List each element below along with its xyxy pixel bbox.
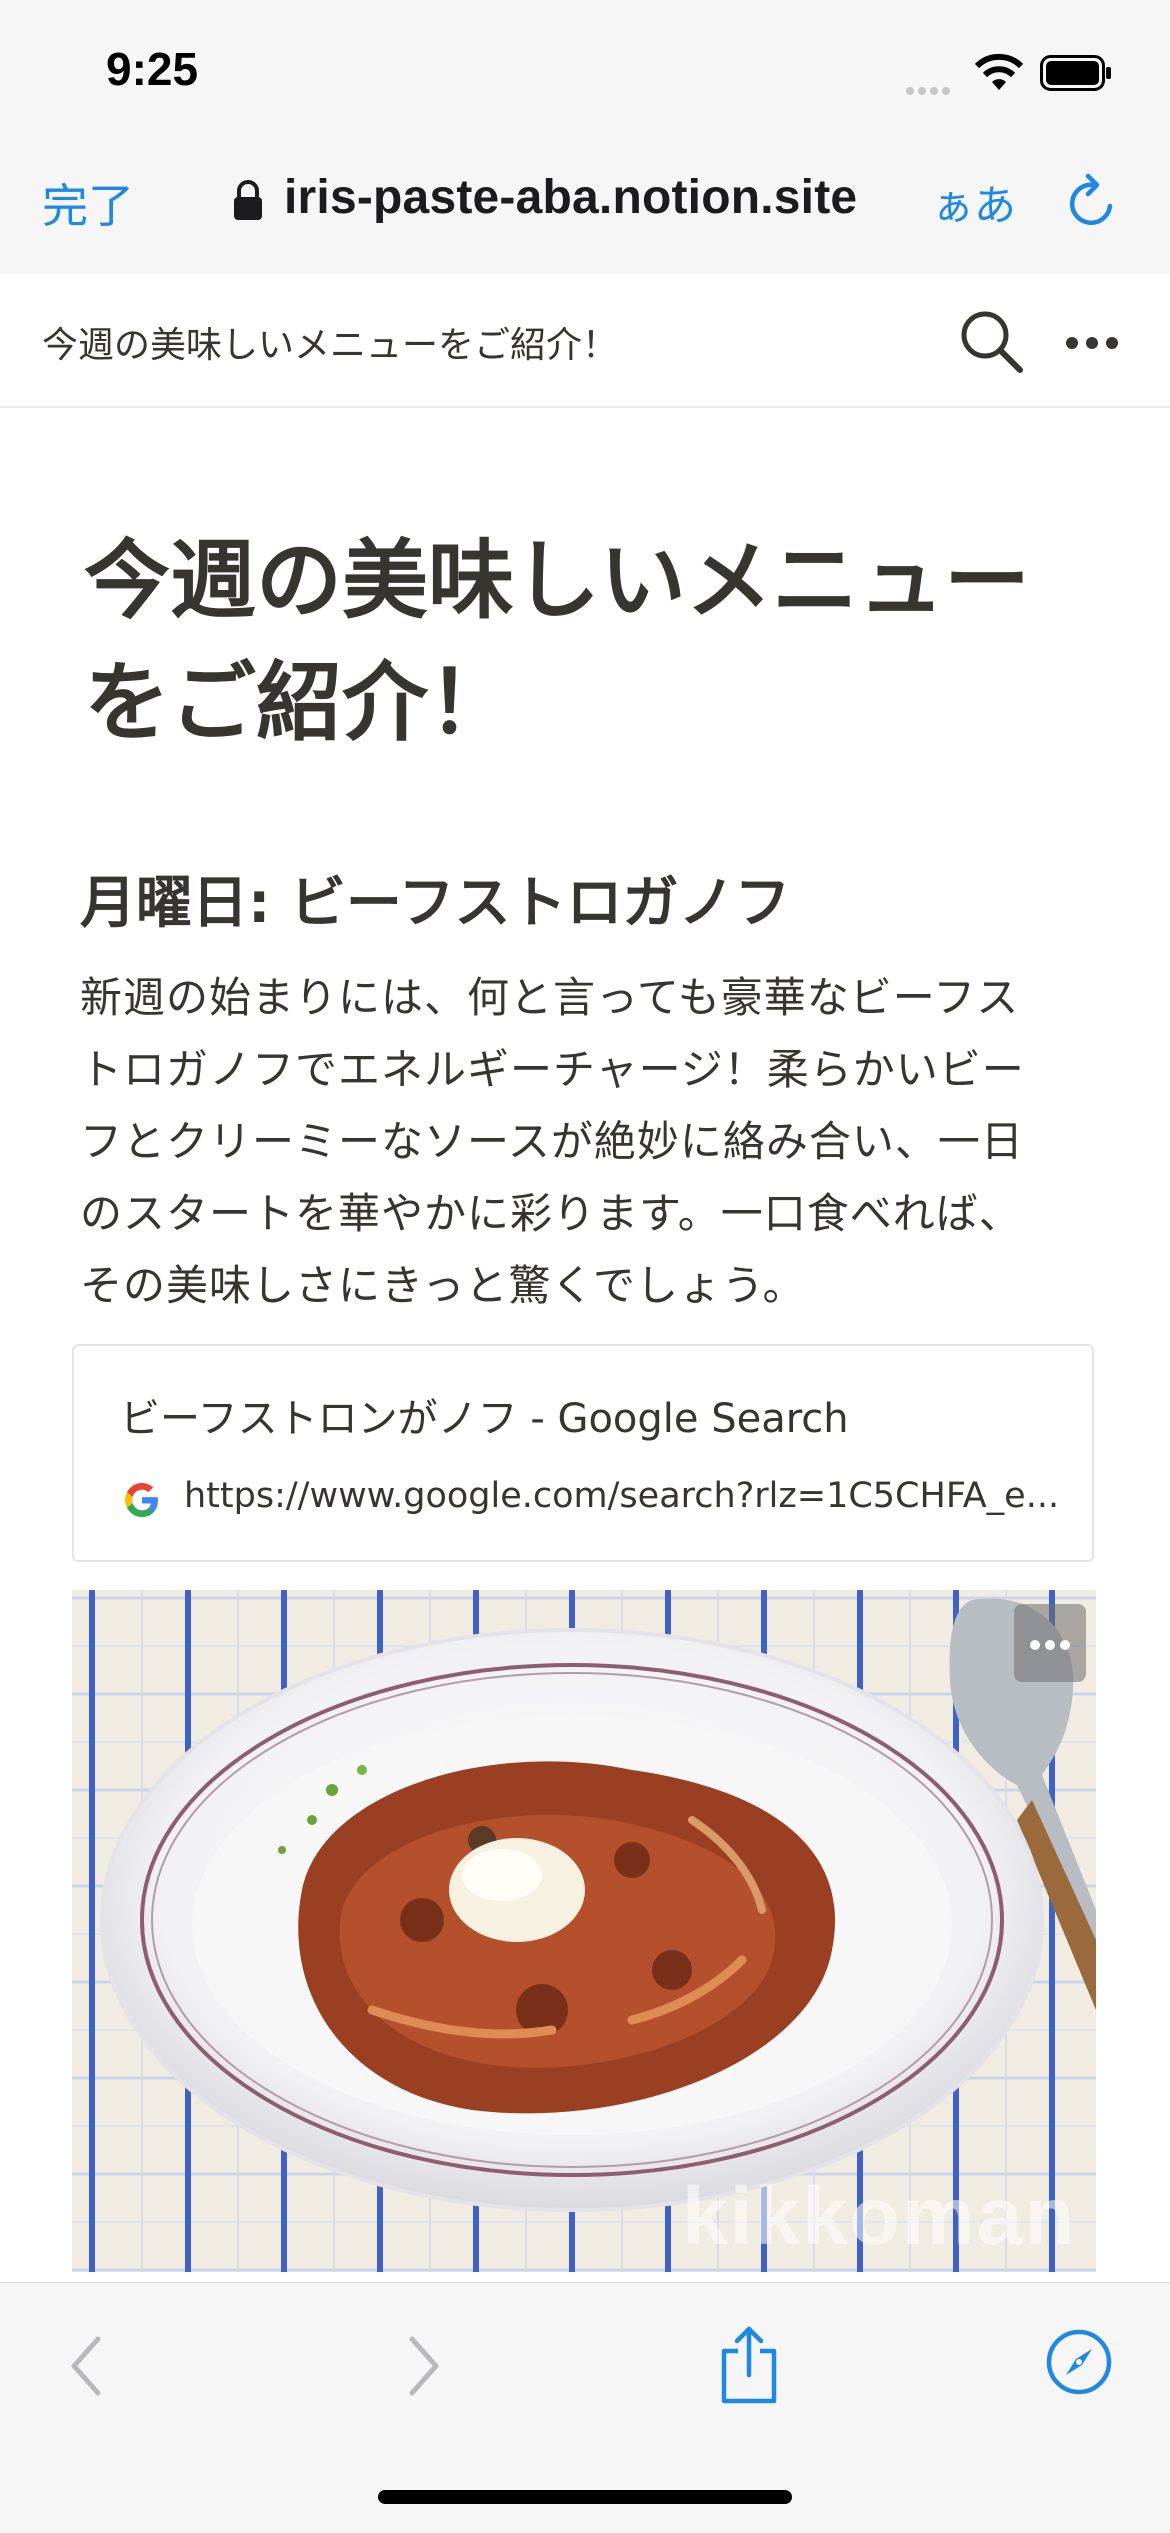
dish-image[interactable]: kikkoman <box>72 1590 1096 2272</box>
paragraph-line: のスタートを華やかに彩ります。一口食べれば、 <box>80 1189 1022 1238</box>
text-size-button[interactable]: ぁあ <box>932 172 1016 233</box>
search-icon[interactable] <box>958 308 1024 374</box>
home-indicator <box>378 2490 792 2504</box>
notion-topbar: 今週の美味しいメニューをご紹介！ <box>0 274 1170 408</box>
section-heading: 月曜日: ビーフストロガノフ <box>80 871 791 936</box>
breadcrumb[interactable]: 今週の美味しいメニューをご紹介！ <box>42 316 618 368</box>
more-options-icon[interactable] <box>1066 334 1126 350</box>
forward-icon[interactable] <box>404 2333 444 2399</box>
lock-icon <box>234 180 262 220</box>
status-bar: 9:25 <box>0 0 1170 140</box>
bookmark-url: https://www.google.com/search?rlz=1C5CHF… <box>184 1476 1060 1516</box>
bookmark-title: ビーフストロンがノフ - Google Search <box>120 1396 849 1442</box>
google-icon <box>125 1483 158 1517</box>
image-more-options-icon[interactable] <box>1014 1604 1086 1682</box>
page-title-line-1: 今週の美味しいメニュー <box>84 531 1030 631</box>
image-watermark: kikkoman <box>682 2171 1077 2262</box>
cellular-signal-icon <box>906 80 954 99</box>
web-bookmark[interactable]: ビーフストロンがノフ - Google Search https://www.g… <box>72 1344 1094 1562</box>
description-paragraph: 新週の始まりには、何と言っても豪華なビーフス トロガノフでエネルギーチャージ！柔… <box>80 962 1100 1322</box>
paragraph-line: その美味しさにきっと驚くでしょう。 <box>80 1261 806 1310</box>
back-icon[interactable] <box>66 2333 106 2399</box>
page-title-line-2: をご紹介！ <box>84 653 514 753</box>
reload-icon[interactable] <box>1064 170 1120 230</box>
paragraph-line: 新週の始まりには、何と言っても豪華なビーフス <box>80 973 1020 1022</box>
compass-icon[interactable] <box>1044 2327 1114 2397</box>
page-title: 今週の美味しいメニュー をご紹介！ <box>84 520 1094 764</box>
paragraph-line: フとクリーミーなソースが絶妙に絡み合い、一日 <box>80 1117 1024 1166</box>
paragraph-line: トロガノフでエネルギーチャージ！柔らかいビー <box>80 1045 1025 1094</box>
address-field[interactable]: iris-paste-aba.notion.site <box>284 170 857 225</box>
wifi-icon <box>974 53 1024 90</box>
status-time: 9:25 <box>106 43 199 95</box>
done-button[interactable]: 完了 <box>42 170 134 236</box>
browser-url-bar: 完了 iris-paste-aba.notion.site ぁあ <box>0 140 1170 275</box>
share-icon[interactable] <box>716 2325 782 2405</box>
battery-icon <box>1040 55 1111 91</box>
